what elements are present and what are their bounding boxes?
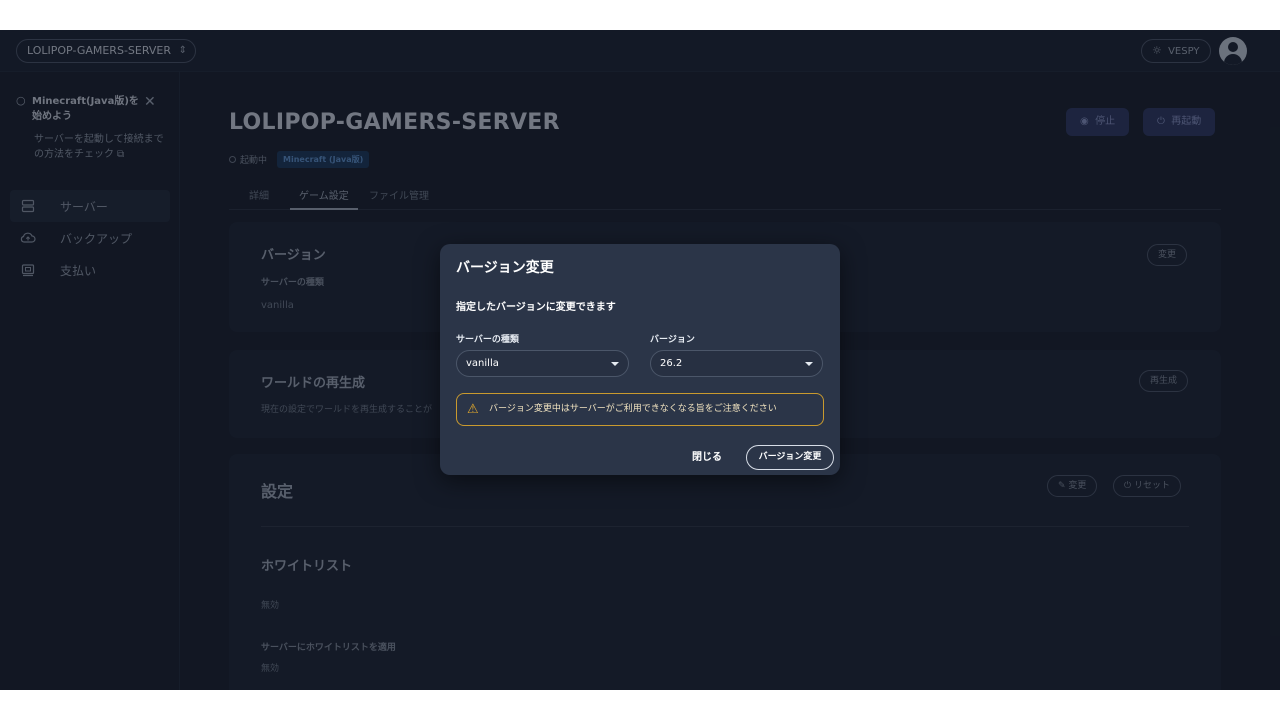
confirm-version-change-button[interactable]: バージョン変更 [746, 445, 834, 470]
app-window: LOLIPOP-GAMERS-SERVER ⇕ ☼ VESPY ○ Minecr… [0, 30, 1280, 690]
server-type-value: vanilla [466, 358, 499, 369]
version-label: バージョン [650, 335, 695, 345]
version-select[interactable]: 26.2 [650, 350, 823, 377]
dropdown-caret-icon [611, 362, 619, 366]
version-value: 26.2 [660, 358, 683, 369]
warning-alert: ⚠ バージョン変更中はサーバーがご利用できなくなる旨をご注意ください [456, 393, 824, 426]
server-type-label: サーバーの種類 [456, 335, 519, 345]
server-type-select[interactable]: vanilla [456, 350, 629, 377]
warning-text: バージョン変更中はサーバーがご利用できなくなる旨をご注意ください [489, 404, 777, 414]
close-button[interactable]: 閉じる [692, 448, 722, 463]
warning-icon: ⚠ [467, 402, 479, 417]
dialog-title: バージョン変更 [456, 260, 554, 276]
dropdown-caret-icon [805, 362, 813, 366]
version-change-dialog: バージョン変更 指定したバージョンに変更できます サーバーの種類 vanilla… [440, 244, 840, 475]
dialog-description: 指定したバージョンに変更できます [456, 302, 616, 313]
